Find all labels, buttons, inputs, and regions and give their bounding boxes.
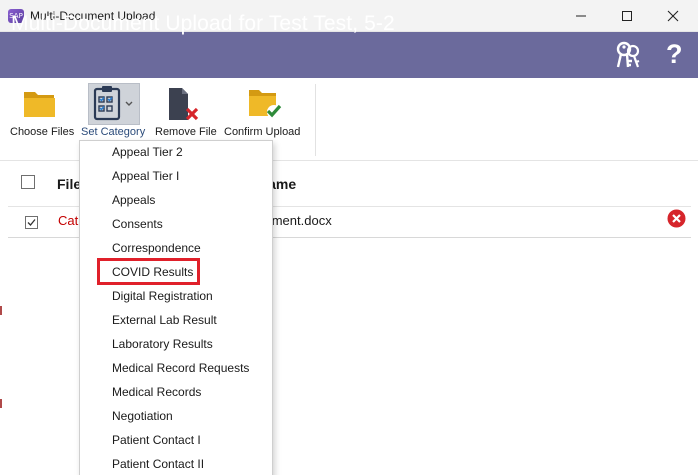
keys-button[interactable] <box>615 41 641 69</box>
edge-marker <box>0 306 2 315</box>
folder-icon <box>24 92 55 117</box>
menu-item[interactable]: Appeals <box>112 193 155 207</box>
confirm-upload-label[interactable]: Confirm Upload <box>224 126 300 138</box>
menu-item[interactable]: Consents <box>112 217 163 231</box>
choose-files-label[interactable]: Choose Files <box>10 126 74 138</box>
clipboard-checklist-icon <box>93 86 133 121</box>
folder-check-icon <box>249 90 282 119</box>
menu-item[interactable]: Appeal Tier 2 <box>112 145 183 159</box>
header-banner <box>0 32 698 78</box>
menu-item[interactable]: Patient Contact II <box>112 457 204 471</box>
edge-marker <box>0 399 2 408</box>
row-category[interactable]: Cat <box>58 213 78 228</box>
menu-item[interactable]: Digital Registration <box>112 289 213 303</box>
menu-item[interactable]: Appeal Tier I <box>112 169 179 183</box>
menu-item[interactable]: Correspondence <box>112 241 201 255</box>
page-title: Multi-Document Upload for Test Test, 5-2 <box>11 12 395 35</box>
remove-file-icon <box>169 88 199 121</box>
menu-item[interactable]: External Lab Result <box>112 313 217 327</box>
close-button[interactable] <box>650 0 696 32</box>
category-dropdown <box>79 140 273 475</box>
row-checkbox[interactable] <box>25 216 38 229</box>
close-icon <box>667 10 679 22</box>
menu-item[interactable]: Medical Records <box>112 385 201 399</box>
highlight-box <box>97 258 200 285</box>
remove-circle-icon <box>667 209 686 228</box>
select-all-checkbox[interactable] <box>21 175 35 189</box>
maximize-icon <box>622 11 632 21</box>
menu-item[interactable]: Laboratory Results <box>112 337 213 351</box>
set-category-label[interactable]: Set Category <box>81 126 145 138</box>
column-header-file[interactable]: File <box>57 176 81 192</box>
remove-file-label[interactable]: Remove File <box>155 126 217 138</box>
row-remove-button[interactable] <box>667 209 686 228</box>
checkmark-icon <box>27 219 36 226</box>
menu-item[interactable]: Negotiation <box>112 409 173 423</box>
minimize-icon <box>576 15 586 17</box>
help-button[interactable]: ? <box>666 37 686 71</box>
toolbar-separator <box>315 84 316 156</box>
menu-item[interactable]: Medical Record Requests <box>112 361 249 375</box>
keys-icon <box>616 41 640 68</box>
maximize-button[interactable] <box>604 0 650 32</box>
minimize-button[interactable] <box>558 0 604 32</box>
menu-item[interactable]: Patient Contact I <box>112 433 201 447</box>
